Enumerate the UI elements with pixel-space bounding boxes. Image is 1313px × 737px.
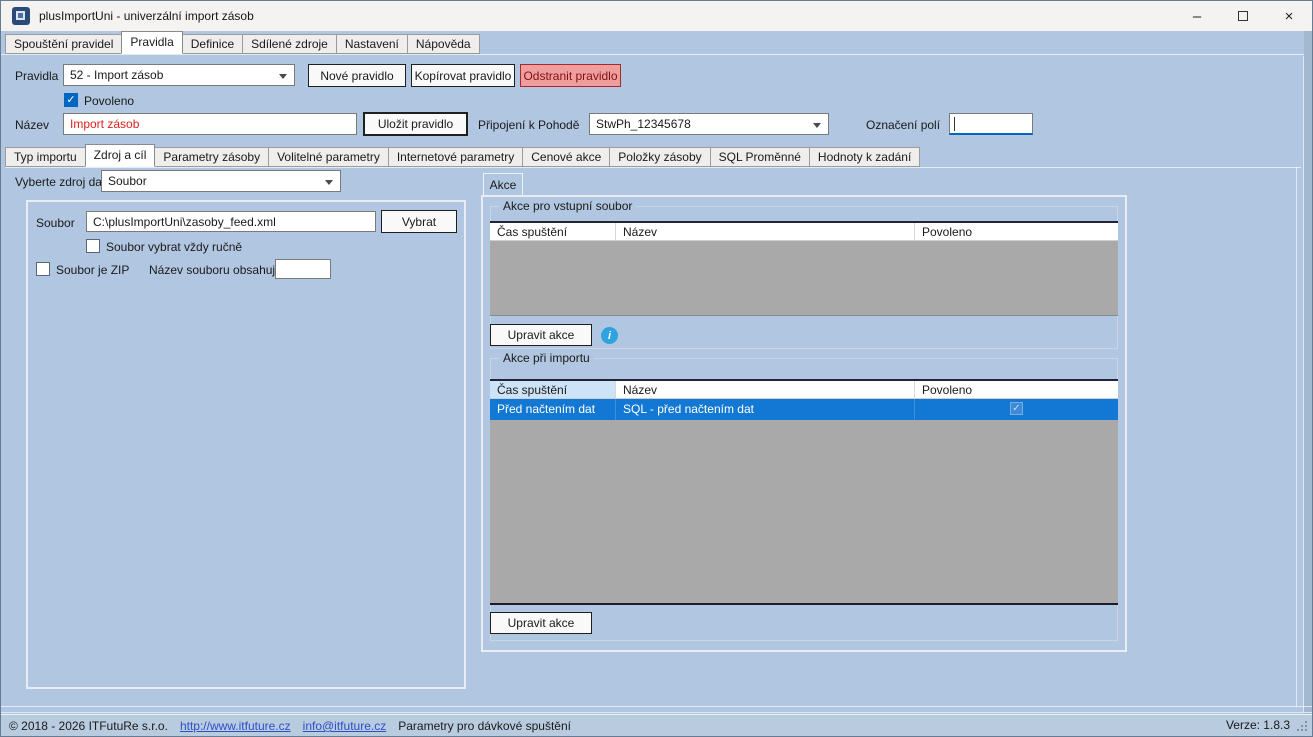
batch-params-text: Parametry pro dávkové spuštění (398, 719, 571, 733)
title-bar: plusImportUni - univerzální import zásob… (1, 1, 1312, 31)
input-file-actions-table[interactable]: Čas spuštění Název Povoleno (490, 221, 1118, 316)
tab-parametry-zasoby[interactable]: Parametry zásoby (154, 147, 269, 167)
app-window: plusImportUni - univerzální import zásob… (0, 0, 1313, 737)
window-edge-strip (1304, 31, 1313, 714)
copyright-text: © 2018 - 2026 ITFutuRe s.r.o. (9, 719, 168, 733)
enabled-checkbox[interactable]: ✓ (64, 93, 78, 107)
main-tab-spousteni-pravidel[interactable]: Spouštění pravidel (5, 34, 122, 54)
zip-checkbox[interactable] (36, 262, 50, 276)
tab-volitelne-parametry[interactable]: Volitelné parametry (268, 147, 389, 167)
file-label: Soubor (36, 216, 75, 230)
source-select-label: Vyberte zdroj dat (15, 175, 105, 189)
check-icon: ✓ (66, 94, 75, 106)
pohoda-connection-select[interactable]: StwPh_12345678 (589, 113, 829, 135)
name-contains-label: Název souboru obsahuje (149, 263, 282, 277)
tab-zdroj-a-cil[interactable]: Zdroj a cíl (85, 144, 156, 167)
main-tab-strip: Spouštění pravidel Pravidla Definice Sdí… (5, 31, 479, 54)
tab-hodnoty-k-zadani[interactable]: Hodnoty k zadání (809, 147, 920, 167)
main-tab-pravidla[interactable]: Pravidla (121, 31, 182, 54)
statusbar-top-line (1, 712, 1313, 713)
info-icon[interactable]: i (601, 327, 618, 344)
minimize-icon: – (1193, 8, 1201, 25)
minimize-button[interactable]: – (1174, 1, 1220, 31)
edit-import-actions-button[interactable]: Upravit akce (490, 612, 592, 634)
manual-select-checkbox[interactable] (86, 239, 100, 253)
name-contains-input[interactable] (275, 259, 331, 279)
delete-rule-button[interactable]: Odstranit pravidlo (520, 64, 621, 87)
maximize-icon (1238, 11, 1248, 21)
check-icon: ✓ (1012, 403, 1020, 414)
rule-select[interactable]: 52 - Import zásob (63, 64, 295, 86)
manual-select-label: Soubor vybrat vždy ručně (106, 240, 242, 254)
tab-cenove-akce[interactable]: Cenové akce (522, 147, 610, 167)
pohoda-connection-label: Připojení k Pohodě (478, 118, 579, 132)
column-header-povoleno[interactable]: Povoleno (915, 223, 1118, 240)
chevron-down-icon (813, 123, 821, 128)
panel-border-line (1296, 167, 1297, 707)
main-tab-napoveda[interactable]: Nápověda (407, 34, 480, 54)
window-title: plusImportUni - univerzální import zásob (39, 9, 254, 23)
import-actions-table[interactable]: Čas spuštění Název Povoleno Před načtení… (490, 379, 1118, 605)
bottom-border-line (1, 706, 1313, 707)
close-button[interactable]: × (1266, 1, 1312, 31)
cell-enabled: ✓ (915, 399, 1118, 420)
table-row-selected[interactable]: Před načtením dat SQL - před načtením da… (490, 399, 1118, 420)
subtab-divider-line (5, 167, 1301, 168)
maximize-button[interactable] (1220, 1, 1266, 31)
close-icon: × (1285, 8, 1294, 25)
column-header-cas-spusteni[interactable]: Čas spuštění (490, 381, 616, 398)
column-header-nazev[interactable]: Název (616, 381, 915, 398)
tabstrip-divider-line (1, 54, 1313, 55)
browse-file-button[interactable]: Vybrat (381, 210, 457, 233)
tab-akce[interactable]: Akce (483, 173, 523, 196)
column-header-cas-spusteni[interactable]: Čas spuštění (490, 223, 616, 240)
enabled-checkbox-label: Povoleno (84, 94, 134, 108)
column-header-povoleno[interactable]: Povoleno (915, 381, 1118, 398)
chevron-down-icon (325, 180, 333, 185)
resize-grip[interactable] (1297, 721, 1308, 732)
app-icon (12, 7, 30, 25)
zip-checkbox-label: Soubor je ZIP (56, 263, 129, 277)
rules-label: Pravidla (15, 69, 58, 83)
tab-polozky-zasoby[interactable]: Položky zásoby (609, 147, 710, 167)
field-marking-label: Označení polí (866, 118, 940, 132)
status-bar: © 2018 - 2026 ITFutuRe s.r.o. http://www… (1, 714, 1312, 737)
text-caret (954, 117, 955, 131)
info-icon-glyph: i (608, 330, 611, 342)
save-rule-button[interactable]: Uložit pravidlo (363, 112, 468, 136)
pohoda-connection-value: StwPh_12345678 (596, 117, 691, 131)
tab-typ-importu[interactable]: Typ importu (5, 147, 86, 167)
email-link[interactable]: info@itfuture.cz (303, 719, 387, 733)
main-tab-sdilene-zdroje[interactable]: Sdílené zdroje (242, 34, 337, 54)
cell-name: SQL - před načtením dat (616, 399, 915, 420)
chevron-down-icon (279, 74, 287, 79)
version-text: Verze: 1.8.3 (1226, 718, 1290, 732)
website-link[interactable]: http://www.itfuture.cz (180, 719, 291, 733)
field-marking-input[interactable] (949, 113, 1033, 135)
tab-sql-promenne[interactable]: SQL Proměnné (710, 147, 810, 167)
column-header-nazev[interactable]: Název (616, 223, 915, 240)
rule-tab-strip: Typ importu Zdroj a cíl Parametry zásoby… (5, 145, 919, 167)
import-actions-title: Akce při importu (499, 351, 594, 365)
cell-time: Před načtením dat (490, 399, 616, 420)
table-header-row: Čas spuštění Název Povoleno (490, 381, 1118, 399)
file-path-input[interactable]: C:\plusImportUni\zasoby_feed.xml (86, 211, 376, 232)
main-tab-definice[interactable]: Definice (182, 34, 243, 54)
tab-internetove-parametry[interactable]: Internetové parametry (388, 147, 523, 167)
main-tab-nastaveni[interactable]: Nastavení (336, 34, 408, 54)
source-select[interactable]: Soubor (101, 170, 341, 192)
new-rule-button[interactable]: Nové pravidlo (308, 64, 406, 87)
table-header-row: Čas spuštění Název Povoleno (490, 223, 1118, 241)
copy-rule-button[interactable]: Kopírovat pravidlo (411, 64, 515, 87)
name-label: Název (15, 118, 49, 132)
input-file-actions-title: Akce pro vstupní soubor (499, 199, 636, 213)
edit-input-file-actions-button[interactable]: Upravit akce (490, 324, 592, 346)
source-select-value: Soubor (108, 174, 147, 188)
rule-name-input[interactable]: Import zásob (63, 113, 357, 135)
enabled-row-checkbox[interactable]: ✓ (1010, 402, 1023, 415)
rule-select-value: 52 - Import zásob (70, 68, 163, 82)
